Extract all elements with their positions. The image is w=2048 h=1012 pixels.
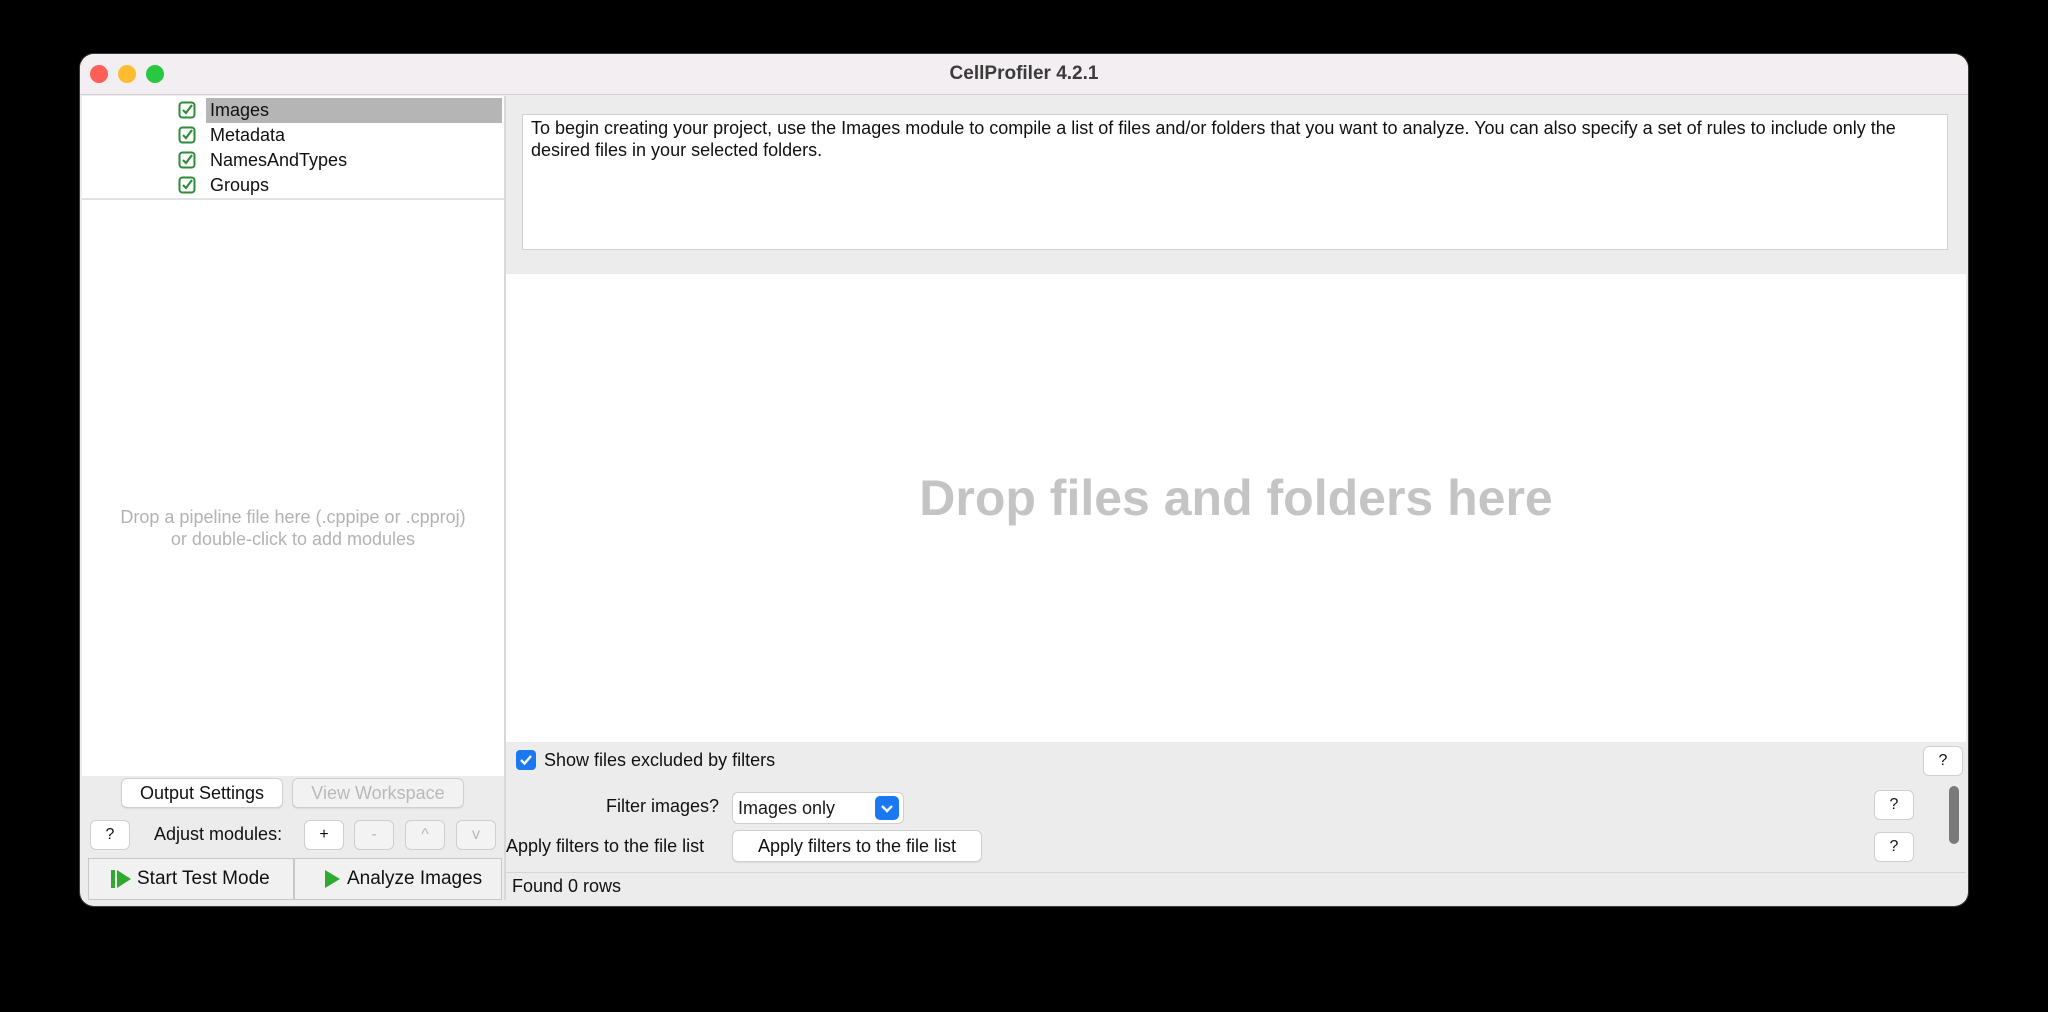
file-drop-zone[interactable]: Drop files and folders here	[506, 274, 1966, 742]
drop-zone-label: Drop files and folders here	[919, 470, 1553, 526]
module-label: Metadata	[210, 125, 286, 145]
filter-images-value: Images only	[738, 798, 836, 818]
analyze-images-label: Analyze Images	[347, 868, 483, 889]
module-help-area: To begin creating your project, use the …	[506, 96, 1966, 274]
module-label: Images	[206, 98, 502, 123]
show-excluded-label: Show files excluded by filters	[544, 750, 776, 770]
apply-filters-label: Apply filters to the file list	[506, 836, 705, 856]
play-icon	[325, 870, 340, 888]
step-play-icon	[111, 870, 131, 888]
checkbox-check-icon[interactable]	[178, 101, 196, 119]
add-module-button[interactable]: +	[304, 820, 344, 850]
apply-filters-button[interactable]: Apply filters to the file list	[732, 830, 982, 862]
module-list: Images Metadata NamesAndTypes Groups	[82, 96, 504, 200]
checkbox-check-icon[interactable]	[178, 151, 196, 169]
filter-images-help-button[interactable]: ?	[1874, 790, 1914, 820]
remove-module-button[interactable]: -	[354, 820, 394, 850]
module-item-metadata[interactable]: Metadata	[82, 123, 504, 148]
pipeline-drop-hint-line2: or double-click to add modules	[170, 529, 416, 549]
filter-images-select[interactable]: Images only	[732, 792, 904, 824]
window-title: CellProfiler 4.2.1	[949, 63, 1099, 84]
checkmark-icon	[520, 755, 532, 766]
chevron-down-icon	[875, 796, 899, 820]
filter-images-label: Filter images?	[606, 796, 720, 816]
view-workspace-button[interactable]: View Workspace	[292, 778, 464, 808]
module-item-images[interactable]: Images	[82, 98, 504, 123]
status-text: Found 0 rows	[512, 876, 622, 896]
apply-filters-help-button[interactable]: ?	[1874, 832, 1914, 862]
show-excluded-checkbox[interactable]	[516, 750, 536, 770]
start-test-mode-label: Start Test Mode	[137, 868, 270, 889]
app-window: CellProfiler 4.2.1 Images Metadata Names…	[80, 54, 1968, 906]
move-module-down-button[interactable]: v	[456, 820, 496, 850]
status-bar: Found 0 rows	[506, 872, 1966, 901]
move-module-up-button[interactable]: ^	[405, 820, 445, 850]
output-settings-button[interactable]: Output Settings	[121, 778, 283, 808]
show-excluded-help-button[interactable]: ?	[1923, 746, 1963, 776]
settings-scrollbar[interactable]	[1949, 786, 1959, 844]
start-test-mode-button[interactable]: Start Test Mode	[88, 858, 294, 900]
title-bar: CellProfiler 4.2.1	[80, 54, 1968, 95]
module-item-groups[interactable]: Groups	[82, 173, 504, 198]
pipeline-drop-hint[interactable]: Drop a pipeline file here (.cppipe or .c…	[82, 506, 504, 550]
checkbox-check-icon[interactable]	[178, 126, 196, 144]
checkbox-check-icon[interactable]	[178, 176, 196, 194]
analyze-images-button[interactable]: Analyze Images	[294, 858, 502, 900]
module-label: Groups	[210, 175, 270, 195]
module-item-namesandtypes[interactable]: NamesAndTypes	[82, 148, 504, 173]
adjust-modules-label: Adjust modules:	[154, 824, 283, 844]
module-label: NamesAndTypes	[210, 150, 348, 170]
pipeline-drop-hint-line1: Drop a pipeline file here (.cppipe or .c…	[120, 507, 466, 527]
help-button[interactable]: ?	[90, 820, 130, 850]
module-help-text: To begin creating your project, use the …	[522, 114, 1948, 250]
